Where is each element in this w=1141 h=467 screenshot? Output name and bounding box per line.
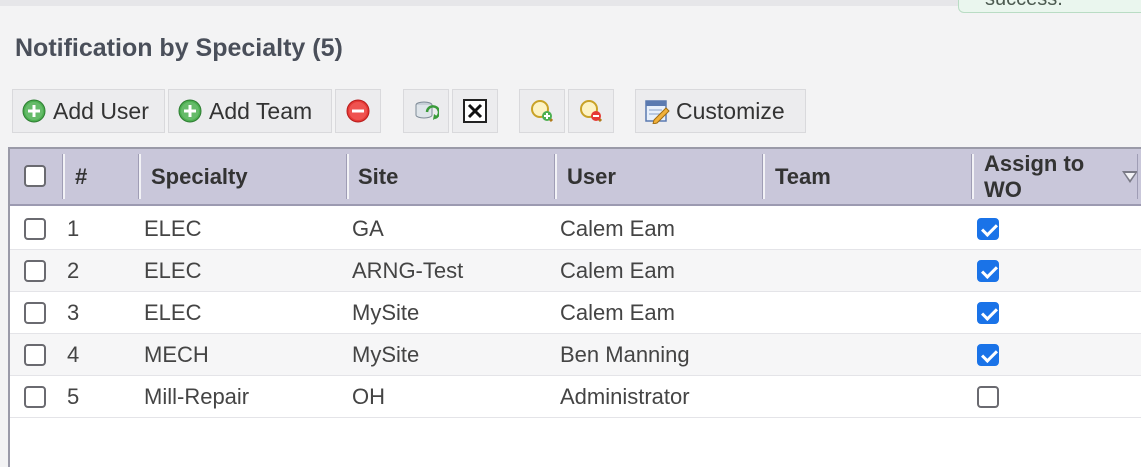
remove-icon	[346, 99, 370, 123]
cell-user: Calem Eam	[560, 257, 675, 283]
cell-site: ARNG-Test	[352, 257, 464, 283]
column-header-number[interactable]: #	[65, 149, 140, 204]
refresh-icon	[415, 101, 439, 120]
assign-to-wo-checkbox[interactable]	[977, 386, 999, 408]
select-all-checkbox[interactable]	[24, 165, 46, 187]
column-divider	[347, 154, 349, 199]
toolbar: Add User Add Team Customize	[0, 89, 1141, 137]
table-row[interactable]: 4 MECH MySite Ben Manning	[10, 334, 1141, 376]
customize-label: Customize	[676, 97, 785, 124]
cell-user: Ben Manning	[560, 341, 690, 367]
cell-specialty: ELEC	[144, 299, 202, 325]
column-divider	[63, 154, 65, 199]
cell-specialty: ELEC	[144, 215, 202, 241]
add-team-icon	[178, 99, 202, 123]
cell-site: OH	[352, 383, 385, 409]
column-divider	[1137, 154, 1138, 199]
cell-user: Calem Eam	[560, 299, 675, 325]
add-user-button[interactable]: Add User	[12, 89, 165, 133]
row-select-checkbox[interactable]	[24, 344, 46, 366]
add-user-label: Add User	[53, 97, 149, 124]
sort-dropdown-icon[interactable]	[1122, 171, 1138, 183]
add-team-button[interactable]: Add Team	[168, 89, 332, 133]
assign-to-wo-checkbox[interactable]	[977, 344, 999, 366]
success-toast: success.	[958, 0, 1141, 13]
clear-icon	[463, 99, 487, 123]
refresh-button[interactable]	[403, 89, 449, 133]
table-row[interactable]: 2 ELEC ARNG-Test Calem Eam	[10, 250, 1141, 292]
page-title: Notification by Specialty (5)	[15, 34, 343, 62]
zoom-in-button[interactable]	[519, 89, 565, 133]
column-header-specialty[interactable]: Specialty	[141, 149, 347, 204]
cell-site: MySite	[352, 299, 420, 325]
cell-specialty: MECH	[144, 341, 209, 367]
column-header-user[interactable]: User	[557, 149, 762, 204]
cell-num: 2	[67, 257, 80, 283]
cell-user: Calem Eam	[560, 215, 675, 241]
zoom-out-icon	[580, 100, 603, 123]
column-header-site[interactable]: Site	[348, 149, 554, 204]
customize-button[interactable]: Customize	[635, 89, 806, 133]
assign-to-wo-checkbox[interactable]	[977, 260, 999, 282]
remove-button[interactable]	[335, 89, 381, 133]
table-row[interactable]: 1 ELEC GA Calem Eam	[10, 208, 1141, 250]
row-select-checkbox[interactable]	[24, 302, 46, 324]
assign-to-wo-checkbox[interactable]	[977, 302, 999, 324]
cell-user: Administrator	[560, 383, 690, 409]
column-divider	[555, 154, 557, 199]
table-row[interactable]: 3 ELEC MySite Calem Eam	[10, 292, 1141, 334]
cell-site: GA	[352, 215, 384, 241]
cell-num: 3	[67, 299, 80, 325]
row-select-checkbox[interactable]	[24, 386, 46, 408]
zoom-in-icon	[531, 100, 554, 123]
clear-button[interactable]	[452, 89, 498, 133]
add-user-icon	[22, 99, 46, 123]
toast-text: success.	[985, 0, 1063, 11]
cell-site: MySite	[352, 341, 420, 367]
cell-num: 4	[67, 341, 80, 367]
customize-icon	[645, 100, 670, 124]
table-row[interactable]: 5 Mill-Repair OH Administrator	[10, 376, 1141, 418]
column-divider	[139, 154, 141, 199]
zoom-out-button[interactable]	[568, 89, 614, 133]
column-header-assign-to-wo[interactable]: Assign to WO	[974, 149, 1109, 204]
row-select-checkbox[interactable]	[24, 260, 46, 282]
add-team-label: Add Team	[209, 97, 313, 124]
column-header-team[interactable]: Team	[765, 149, 970, 204]
assign-to-wo-checkbox[interactable]	[977, 218, 999, 240]
cell-num: 1	[67, 215, 80, 241]
column-divider	[972, 154, 974, 199]
cell-specialty: Mill-Repair	[144, 383, 250, 409]
cell-num: 5	[67, 383, 80, 409]
grid-header: # Specialty Site User Team Assign to WO	[10, 149, 1141, 206]
specialty-grid: # Specialty Site User Team Assign to WO …	[8, 147, 1141, 467]
column-divider	[763, 154, 765, 199]
cell-specialty: ELEC	[144, 257, 202, 283]
row-select-checkbox[interactable]	[24, 218, 46, 240]
